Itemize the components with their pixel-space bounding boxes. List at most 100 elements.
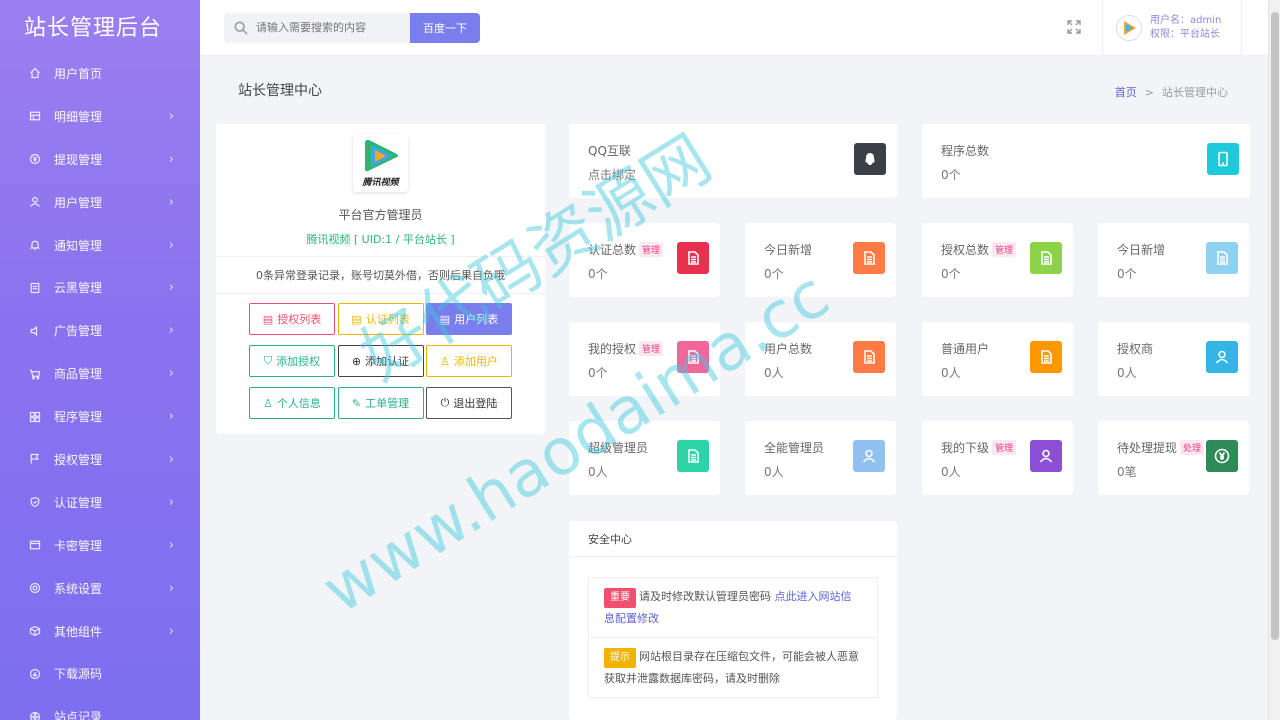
card-tag[interactable]: 处理 [1180, 440, 1205, 455]
sidebar-item-license[interactable]: 授权管理 › [0, 438, 200, 481]
sidebar-item-settings[interactable]: 系统设置 › [0, 567, 200, 610]
card-title-text: 用户总数 [764, 342, 813, 356]
chevron-right-icon: › [168, 151, 174, 167]
button-label: 退出登陆 [453, 397, 498, 410]
search-field [224, 13, 410, 43]
fullscreen-icon[interactable] [1066, 19, 1082, 35]
button-label: 个人信息 [276, 397, 321, 410]
sidebar-item-label: 提现管理 [54, 152, 103, 167]
sidebar-item-label: 站点记录 [54, 710, 103, 720]
security-item: 提示 网站根目录存在压缩包文件，可能会被人恶意获取并泄露数据库密码，请及时删除 [589, 637, 877, 697]
button-icon: ▤ [439, 312, 451, 326]
ticket-button[interactable]: ✎ 工单管理 [337, 387, 424, 419]
card-value: 0人 [941, 465, 961, 479]
security-badge: 重要 [604, 588, 636, 608]
sidebar-item-blacklist[interactable]: 云黑管理 › [0, 266, 200, 309]
search-bar: 百度一下 [224, 13, 480, 43]
yen-icon [1206, 440, 1238, 472]
sidebar-item-download[interactable]: 下载源码 [0, 652, 200, 695]
card-title-text: 程序总数 [941, 144, 990, 158]
search-button[interactable]: 百度一下 [410, 13, 480, 43]
search-input[interactable] [256, 22, 406, 34]
card-title: QQ互联 [588, 142, 631, 159]
license-total-card[interactable]: 授权总数 管理 0个 [922, 223, 1073, 297]
sidebar-nav: 用户首页 明细管理 › 提现管理 › 用户管理 › 通知管理 › 云黑管理 › 广告管理 › 商品管理 › 程… [0, 52, 200, 720]
mobile-icon [1207, 143, 1239, 175]
sidebar-item-components[interactable]: 其他组件 › [0, 610, 200, 653]
my-license-card[interactable]: 我的授权 管理 0个 [569, 322, 720, 396]
card-title: 授权总数 管理 [941, 241, 1017, 258]
button-label: 添加认证 [365, 355, 410, 368]
sidebar-item-home[interactable]: 用户首页 [0, 52, 200, 95]
card-title: 待处理提现 处理 [1117, 439, 1205, 456]
sidebar-item-sites[interactable]: 站点记录 [0, 695, 200, 720]
card-tag[interactable]: 管理 [639, 242, 664, 257]
card-value: 0人 [588, 465, 608, 479]
document-icon [677, 242, 709, 274]
user-list-button[interactable]: ▤ 用户列表 [426, 303, 512, 335]
button-icon: ▤ [262, 312, 274, 326]
card-icon [28, 538, 42, 552]
logout-button[interactable]: ⏻ 退出登陆 [426, 387, 512, 419]
security-item: 重要 请及时修改默认管理员密码 点此进入网站信息配置修改 [589, 578, 877, 637]
sidebar-item-label: 通知管理 [54, 238, 103, 253]
page-scrollbar[interactable] [1268, 0, 1280, 720]
profile-card: 腾讯视频 平台官方管理员 腾讯视频 [ UID:1 / 平台站长 ] 0条异常登… [216, 124, 545, 434]
button-icon: ♙ [263, 396, 273, 410]
license-list-button[interactable]: ▤ 授权列表 [249, 303, 335, 335]
license-today-card: 今日新增 0个 [1098, 223, 1249, 297]
card-title-text: 待处理提现 [1117, 441, 1178, 455]
button-icon: ♙ [440, 354, 450, 368]
button-label: 认证列表 [365, 313, 410, 326]
sidebar-item-goods[interactable]: 商品管理 › [0, 352, 200, 395]
sidebar-item-auth[interactable]: 认证管理 › [0, 481, 200, 524]
card-tag[interactable]: 管理 [639, 341, 664, 356]
sidebar-item-user[interactable]: 用户管理 › [0, 181, 200, 224]
chevron-right-icon: › [168, 623, 174, 639]
user-menu[interactable]: 用户名：admin 权限：平台站长 [1102, 0, 1242, 56]
sidebar-item-detail[interactable]: 明细管理 › [0, 95, 200, 138]
card-title-text: 我的授权 [588, 342, 637, 356]
breadcrumb-home[interactable]: 首页 [1115, 86, 1137, 99]
sidebar-item-withdraw[interactable]: 提现管理 › [0, 138, 200, 181]
profile-info-button[interactable]: ♙ 个人信息 [249, 387, 335, 419]
subordinate-card[interactable]: 我的下级 管理 0人 [922, 421, 1073, 495]
add-license-button[interactable]: ⛉ 添加授权 [249, 345, 335, 377]
notice-icon [28, 238, 42, 252]
button-icon: ✎ [351, 396, 362, 410]
auth-total-card[interactable]: 认证总数 管理 0个 [569, 223, 720, 297]
button-label: 添加授权 [276, 355, 321, 368]
auth-today-card: 今日新增 0个 [745, 223, 896, 297]
auth-list-button[interactable]: ▤ 认证列表 [337, 303, 424, 335]
sidebar-item-notice[interactable]: 通知管理 › [0, 224, 200, 267]
sites-icon [28, 710, 42, 720]
security-center: 安全中心 重要 请及时修改默认管理员密码 点此进入网站信息配置修改 提示 网站根目录存… [569, 521, 897, 720]
sidebar-item-ads[interactable]: 广告管理 › [0, 309, 200, 352]
qq-connect-card[interactable]: QQ互联点击绑定 [569, 124, 897, 198]
button-icon: ⊕ [351, 354, 362, 368]
scrollbar-thumb[interactable] [1271, 12, 1279, 640]
button-label: 添加用户 [453, 355, 498, 368]
card-title: 今日新增 [764, 241, 812, 258]
card-tag[interactable]: 管理 [992, 242, 1017, 257]
card-value: 0个 [1117, 267, 1137, 281]
chevron-right-icon: › [168, 194, 174, 210]
program-icon [28, 410, 42, 424]
card-value[interactable]: 点击绑定 [588, 166, 636, 183]
pending-withdraw-card[interactable]: 待处理提现 处理 0笔 [1098, 421, 1249, 495]
add-user-button[interactable]: ♙ 添加用户 [426, 345, 512, 377]
card-value: 0个 [764, 267, 784, 281]
sidebar-item-label: 商品管理 [54, 367, 103, 382]
sidebar-item-card[interactable]: 卡密管理 › [0, 524, 200, 567]
sidebar-item-label: 授权管理 [54, 452, 103, 467]
card-tag[interactable]: 管理 [992, 440, 1017, 455]
license-icon [28, 452, 42, 466]
sidebar-item-label: 云黑管理 [54, 281, 103, 296]
card-value: 0个 [941, 168, 961, 182]
sidebar-item-program[interactable]: 程序管理 › [0, 395, 200, 438]
goods-icon [28, 367, 42, 381]
chevron-right-icon: › [168, 237, 174, 253]
add-auth-button[interactable]: ⊕ 添加认证 [337, 345, 424, 377]
chevron-right-icon: › [168, 537, 174, 553]
security-list: 重要 请及时修改默认管理员密码 点此进入网站信息配置修改 提示 网站根目录存在压缩包文… [588, 577, 878, 698]
